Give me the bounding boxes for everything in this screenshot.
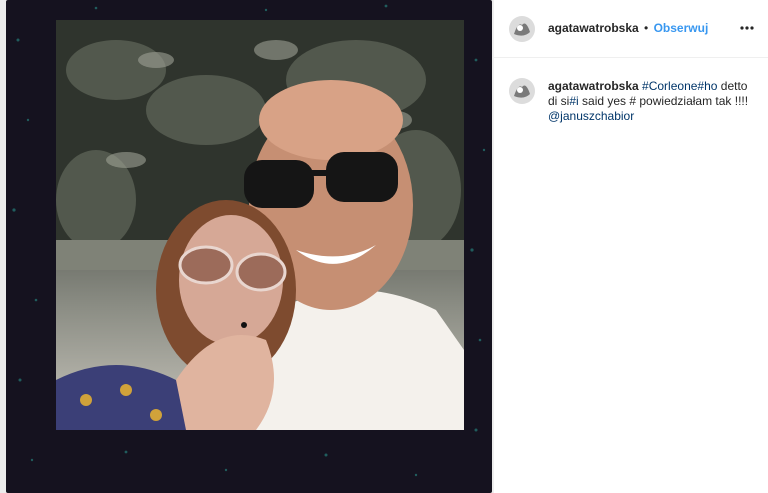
polaroid-photo	[56, 20, 464, 430]
polaroid-frame	[6, 0, 492, 493]
hashtag-ho[interactable]: #ho	[697, 79, 717, 93]
post-side-panel: agatawatrobska • Obserwuj agatawatrobska…	[493, 0, 768, 493]
post-header: agatawatrobska • Obserwuj	[494, 0, 768, 58]
header-separator: •	[644, 21, 649, 35]
hashtag-i[interactable]: #i	[569, 94, 578, 108]
header-user-row: agatawatrobska • Obserwuj	[548, 21, 708, 35]
follow-button[interactable]: Obserwuj	[654, 21, 709, 35]
avatar-icon[interactable]	[509, 16, 535, 42]
caption-username[interactable]: agatawatrobska	[548, 79, 639, 93]
photo-illustration	[56, 20, 464, 430]
header-username[interactable]: agatawatrobska	[548, 21, 639, 35]
post-caption: agatawatrobska #Corleone#ho detto di si#…	[548, 79, 754, 124]
more-options-icon[interactable]	[737, 19, 757, 37]
mention-link[interactable]: @januszchabior	[548, 109, 634, 123]
caption-text-2: said yes # powiedziałam tak !!!!	[578, 94, 749, 108]
hashtag-corleone[interactable]: #Corleone	[642, 79, 697, 93]
post-photo[interactable]	[0, 0, 493, 493]
comment-avatar-icon[interactable]	[509, 78, 535, 104]
